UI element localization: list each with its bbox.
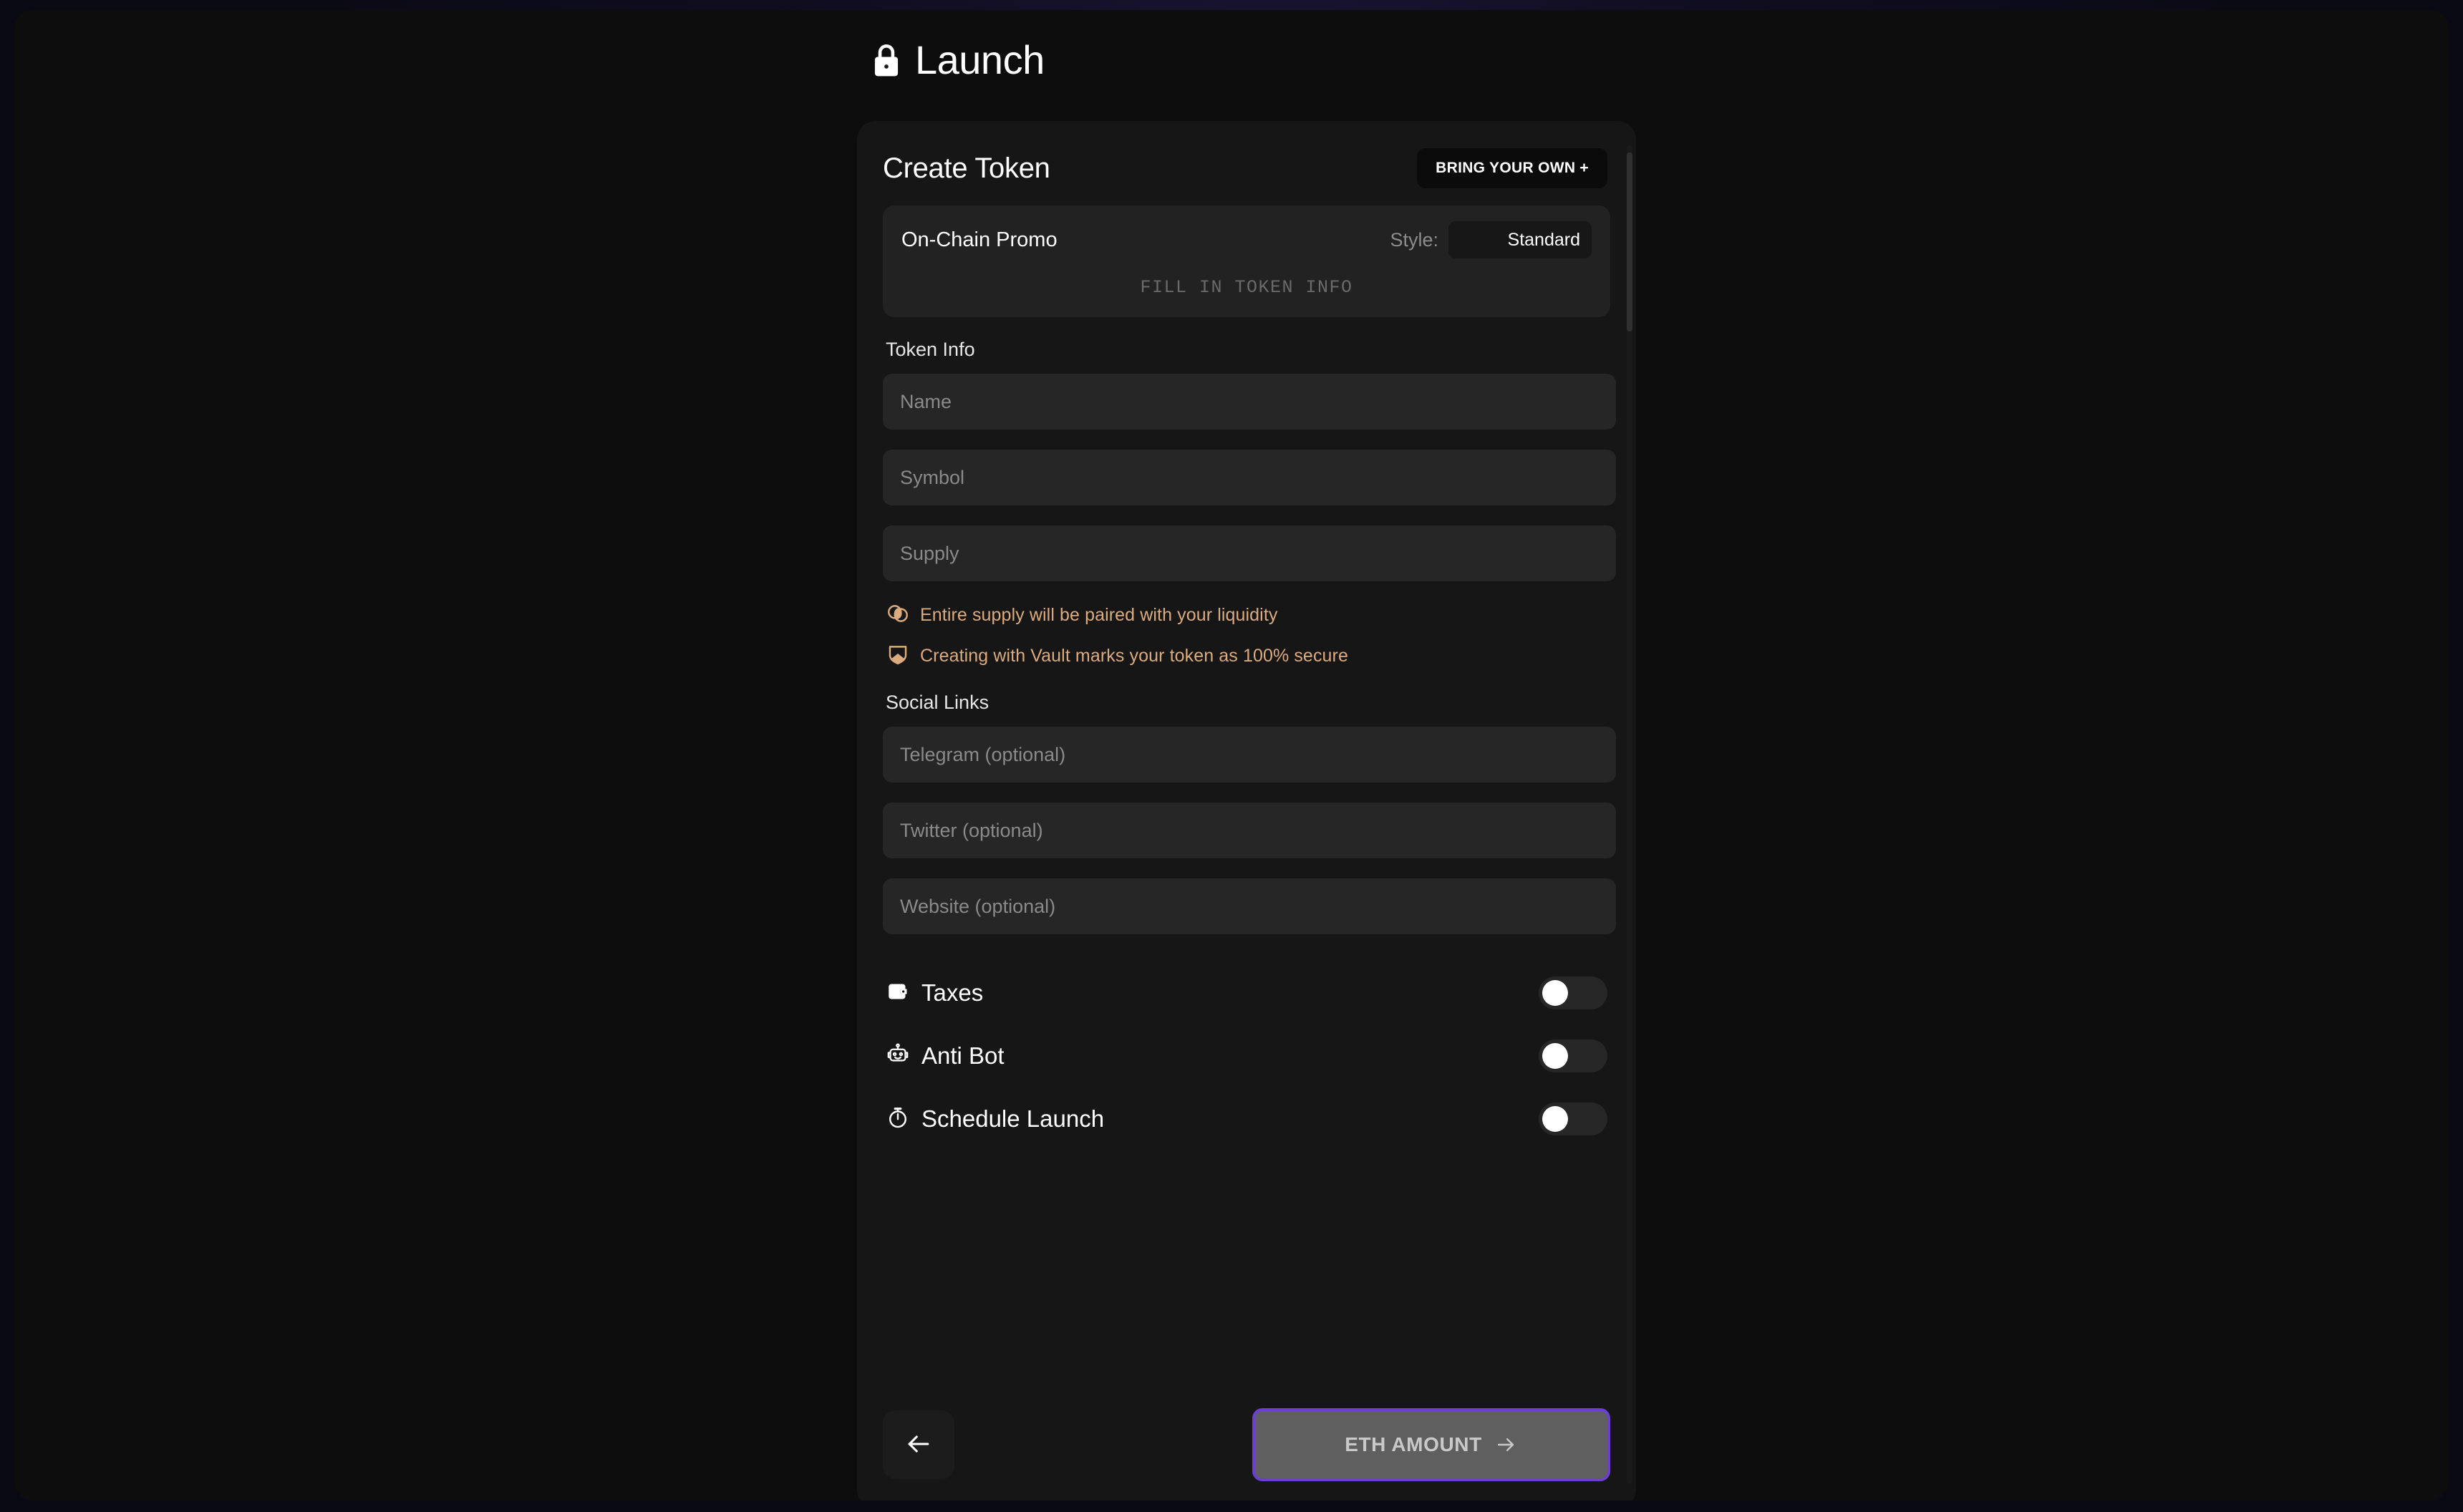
promo-style-label: Style: bbox=[1390, 228, 1438, 251]
back-button[interactable] bbox=[883, 1410, 954, 1479]
toggle-label: Anti Bot bbox=[921, 1042, 1005, 1069]
token-symbol-input[interactable] bbox=[883, 450, 1616, 505]
anti-bot-toggle[interactable] bbox=[1539, 1040, 1607, 1072]
toggle-list: Taxes Anti Bot Schedule Launch bbox=[883, 961, 1610, 1150]
page-header: Launch bbox=[871, 40, 1045, 80]
arrow-left-icon bbox=[903, 1428, 934, 1462]
card-scrollbar[interactable] bbox=[1627, 145, 1632, 1484]
toggle-knob bbox=[1542, 1043, 1568, 1069]
bring-your-own-button[interactable]: BRING YOUR OWN + bbox=[1417, 148, 1607, 188]
promo-label: On-Chain Promo bbox=[901, 228, 1058, 251]
create-token-card: Create Token BRING YOUR OWN + On-Chain P… bbox=[857, 121, 1636, 1501]
toggle-left: Schedule Launch bbox=[886, 1105, 1104, 1133]
toggle-row-schedule-launch: Schedule Launch bbox=[886, 1087, 1610, 1150]
notice-text: Entire supply will be paired with your l… bbox=[920, 605, 1278, 625]
stopwatch-icon bbox=[886, 1105, 910, 1133]
promo-top-row: On-Chain Promo Style: Standard bbox=[901, 221, 1592, 258]
schedule-launch-toggle[interactable] bbox=[1539, 1102, 1607, 1135]
social-links-heading: Social Links bbox=[886, 692, 989, 713]
card-scroll-area: Create Token BRING YOUR OWN + On-Chain P… bbox=[857, 121, 1636, 1501]
robot-icon bbox=[886, 1042, 910, 1070]
notice-text: Creating with Vault marks your token as … bbox=[920, 646, 1348, 666]
promo-style-select[interactable]: Standard bbox=[1448, 221, 1592, 258]
toggle-row-taxes: Taxes bbox=[886, 961, 1610, 1024]
notice-row: Entire supply will be paired with your l… bbox=[886, 601, 1610, 629]
wallet-icon bbox=[886, 979, 910, 1007]
token-info-heading: Token Info bbox=[886, 339, 975, 360]
eth-amount-label: ETH AMOUNT bbox=[1345, 1433, 1482, 1455]
toggle-knob bbox=[1542, 1106, 1568, 1132]
toggle-row-anti-bot: Anti Bot bbox=[886, 1024, 1610, 1087]
shield-icon bbox=[886, 642, 910, 670]
notice-row: Creating with Vault marks your token as … bbox=[886, 642, 1610, 670]
on-chain-promo-panel: On-Chain Promo Style: Standard FILL IN T… bbox=[883, 205, 1610, 317]
page-title: Launch bbox=[915, 37, 1045, 82]
app-viewport: Launch Create Token BRING YOUR OWN + On-… bbox=[14, 10, 2449, 1501]
toggle-label: Schedule Launch bbox=[921, 1105, 1105, 1132]
lock-icon bbox=[871, 42, 902, 78]
card-footer: ETH AMOUNT bbox=[883, 1408, 1610, 1481]
toggle-knob bbox=[1542, 980, 1568, 1006]
liquidity-drops-icon bbox=[886, 601, 910, 629]
website-input[interactable] bbox=[883, 878, 1616, 934]
app-frame: Launch Create Token BRING YOUR OWN + On-… bbox=[0, 0, 2463, 1512]
token-name-input[interactable] bbox=[883, 374, 1616, 430]
taxes-toggle[interactable] bbox=[1539, 976, 1607, 1009]
notice-list: Entire supply will be paired with your l… bbox=[883, 601, 1610, 670]
card-scrollbar-thumb[interactable] bbox=[1627, 152, 1632, 331]
token-supply-input[interactable] bbox=[883, 525, 1616, 581]
twitter-input[interactable] bbox=[883, 803, 1616, 858]
toggle-left: Taxes bbox=[886, 979, 983, 1007]
card-title: Create Token bbox=[883, 152, 1050, 184]
toggle-left: Anti Bot bbox=[886, 1042, 1005, 1070]
toggle-label: Taxes bbox=[921, 979, 984, 1006]
card-header: Create Token BRING YOUR OWN + bbox=[883, 121, 1610, 188]
arrow-right-icon bbox=[1494, 1433, 1518, 1457]
promo-placeholder-text: FILL IN TOKEN INFO bbox=[1140, 277, 1353, 298]
eth-amount-button[interactable]: ETH AMOUNT bbox=[1252, 1408, 1610, 1481]
promo-style-group: Style: Standard bbox=[1390, 221, 1592, 258]
telegram-input[interactable] bbox=[883, 727, 1616, 782]
